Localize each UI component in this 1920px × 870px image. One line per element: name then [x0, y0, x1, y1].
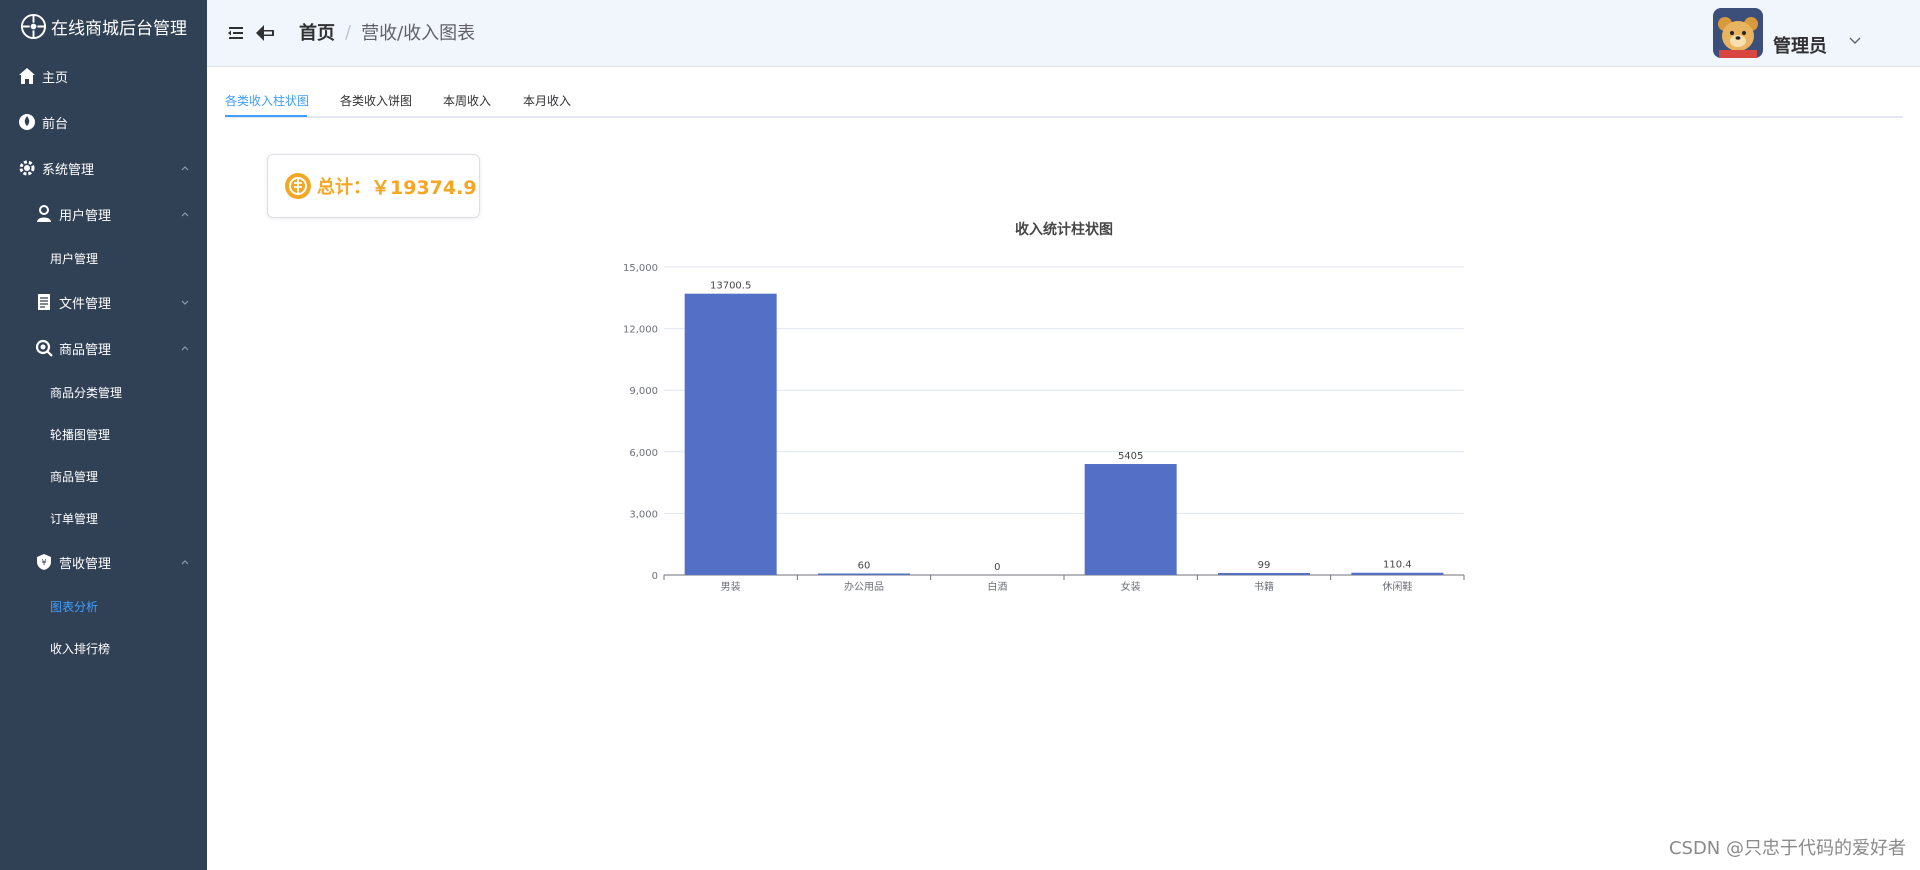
sidebar-item-label: 营收管理	[59, 556, 112, 572]
chevron-down-icon[interactable]	[1848, 36, 1862, 46]
back-icon[interactable]	[253, 21, 277, 45]
y-tick-label: 0	[652, 571, 658, 582]
sidebar-item-label: 订单管理	[50, 511, 99, 526]
x-tick-label: 休闲鞋	[1382, 580, 1412, 593]
user-icon	[33, 203, 55, 225]
sidebar-item-home[interactable]: 主页	[0, 53, 207, 99]
home-icon	[16, 65, 38, 87]
active-tab-indicator	[225, 115, 307, 117]
sidebar-item-label: 图表分析	[50, 599, 99, 614]
breadcrumb-separator: /	[345, 21, 352, 43]
income-bar-chart: 收入统计柱状图 0 3,000 6,000 9,000 12,000 15,000 13700…	[600, 210, 1500, 610]
chevron-up-icon	[181, 346, 189, 351]
y-tick-label: 12,000	[623, 325, 658, 336]
total-value: ￥19374.9	[371, 176, 477, 199]
bar-value-label: 110.4	[1383, 560, 1412, 571]
y-tick-label: 3,000	[629, 509, 658, 520]
bar-value-label: 5405	[1118, 451, 1143, 462]
x-tick-label: 书籍	[1254, 580, 1274, 593]
sidebar-item-chart-analysis[interactable]: 图表分析	[0, 585, 207, 627]
sidebar-item-file-group[interactable]: 文件管理	[0, 279, 207, 325]
y-tick-label: 6,000	[629, 448, 658, 459]
chevron-up-icon	[181, 212, 189, 217]
shield-icon: ¥	[33, 551, 55, 573]
sidebar-item-label: 商品分类管理	[50, 385, 123, 400]
hamburger-icon[interactable]	[227, 24, 245, 42]
user-name[interactable]: 管理员	[1773, 32, 1827, 58]
total-label: 总计：	[317, 177, 371, 198]
sidebar-item-orders[interactable]: 订单管理	[0, 497, 207, 539]
tab-pie-chart[interactable]: 各类收入饼图	[340, 92, 412, 109]
bar-value-label: 13700.5	[710, 281, 751, 292]
chart-title: 收入统计柱状图	[1015, 221, 1113, 238]
sidebar-item-label: 商品管理	[59, 342, 112, 358]
chart-bar	[818, 573, 910, 575]
sidebar-item-category[interactable]: 商品分类管理	[0, 371, 207, 413]
sidebar-item-revenue-group[interactable]: ¥ 营收管理	[0, 539, 207, 585]
sidebar-item-products[interactable]: 商品管理	[0, 455, 207, 497]
sidebar-item-label: 用户管理	[59, 208, 112, 224]
x-tick-label: 女装	[1121, 580, 1141, 593]
sidebar-item-label: 主页	[42, 70, 69, 86]
brand-title: 在线商城后台管理	[51, 19, 187, 39]
coin-icon	[285, 173, 311, 199]
watermark: CSDN @只忠于代码的爱好者	[1668, 838, 1906, 859]
sidebar-item-system[interactable]: 系统管理	[0, 145, 207, 191]
y-tick-label: 15,000	[623, 263, 658, 274]
sidebar-item-label: 商品管理	[50, 469, 99, 484]
drop-icon	[16, 111, 38, 133]
sidebar-item-user-manage[interactable]: 用户管理	[0, 237, 207, 279]
y-tick-label: 9,000	[629, 386, 658, 397]
sidebar-item-income-ranking[interactable]: 收入排行榜	[0, 627, 207, 669]
breadcrumb-current: 营收/收入图表	[361, 23, 476, 44]
chevron-up-icon	[181, 560, 189, 565]
svg-text:¥: ¥	[41, 558, 46, 567]
magnifier-icon	[33, 337, 55, 359]
tab-bar-chart[interactable]: 各类收入柱状图	[225, 92, 309, 109]
bar-value-label: 60	[858, 561, 871, 572]
chevron-down-icon	[181, 300, 189, 305]
tab-bar: 各类收入柱状图 各类收入饼图 本周收入 本月收入	[225, 90, 1903, 118]
chart-bar	[1084, 464, 1177, 575]
document-icon	[33, 291, 55, 313]
sidebar-item-label: 轮播图管理	[50, 427, 111, 442]
avatar[interactable]	[1713, 8, 1763, 58]
sidebar-item-user-group[interactable]: 用户管理	[0, 191, 207, 237]
chart-svg: 收入统计柱状图 0 3,000 6,000 9,000 12,000 15,000 13700…	[623, 221, 1465, 593]
breadcrumb-home[interactable]: 首页	[299, 19, 335, 45]
sidebar-item-carousel[interactable]: 轮播图管理	[0, 413, 207, 455]
chevron-up-icon	[181, 166, 189, 171]
breadcrumb: 首页 / 营收/收入图表	[299, 19, 475, 45]
logo-icon	[20, 13, 47, 40]
top-header: 首页 / 营收/收入图表 管理员	[207, 0, 1920, 67]
sidebar-item-product-group[interactable]: 商品管理	[0, 325, 207, 371]
sidebar-item-label: 前台	[42, 116, 69, 132]
chart-bar	[1351, 572, 1444, 575]
x-tick-label: 办公用品	[844, 580, 884, 593]
tab-month-income[interactable]: 本月收入	[523, 92, 571, 109]
sidebar-item-frontend[interactable]: 前台	[0, 99, 207, 145]
brand[interactable]: 在线商城后台管理	[0, 0, 207, 53]
sidebar: 在线商城后台管理 主页 前台 系统管理 用户管理 用户管理 文件管理 商品管理 …	[0, 0, 207, 870]
chart-bar	[684, 293, 777, 575]
bar-value-label: 99	[1258, 560, 1271, 571]
tab-week-income[interactable]: 本周收入	[443, 92, 491, 109]
app-root: 在线商城后台管理 主页 前台 系统管理 用户管理 用户管理 文件管理 商品管理 …	[0, 0, 1920, 870]
sidebar-item-label: 系统管理	[42, 162, 95, 178]
x-tick-label: 白酒	[987, 580, 1007, 593]
x-tick-label: 男装	[721, 580, 741, 593]
sidebar-item-label: 文件管理	[59, 296, 112, 312]
sidebar-item-label: 收入排行榜	[50, 641, 111, 656]
sidebar-item-label: 用户管理	[50, 251, 99, 266]
total-card: 总计： ￥19374.9	[267, 154, 480, 218]
bar-value-label: 0	[994, 562, 1000, 573]
gear-icon	[16, 157, 38, 179]
chart-bar	[1218, 572, 1310, 575]
